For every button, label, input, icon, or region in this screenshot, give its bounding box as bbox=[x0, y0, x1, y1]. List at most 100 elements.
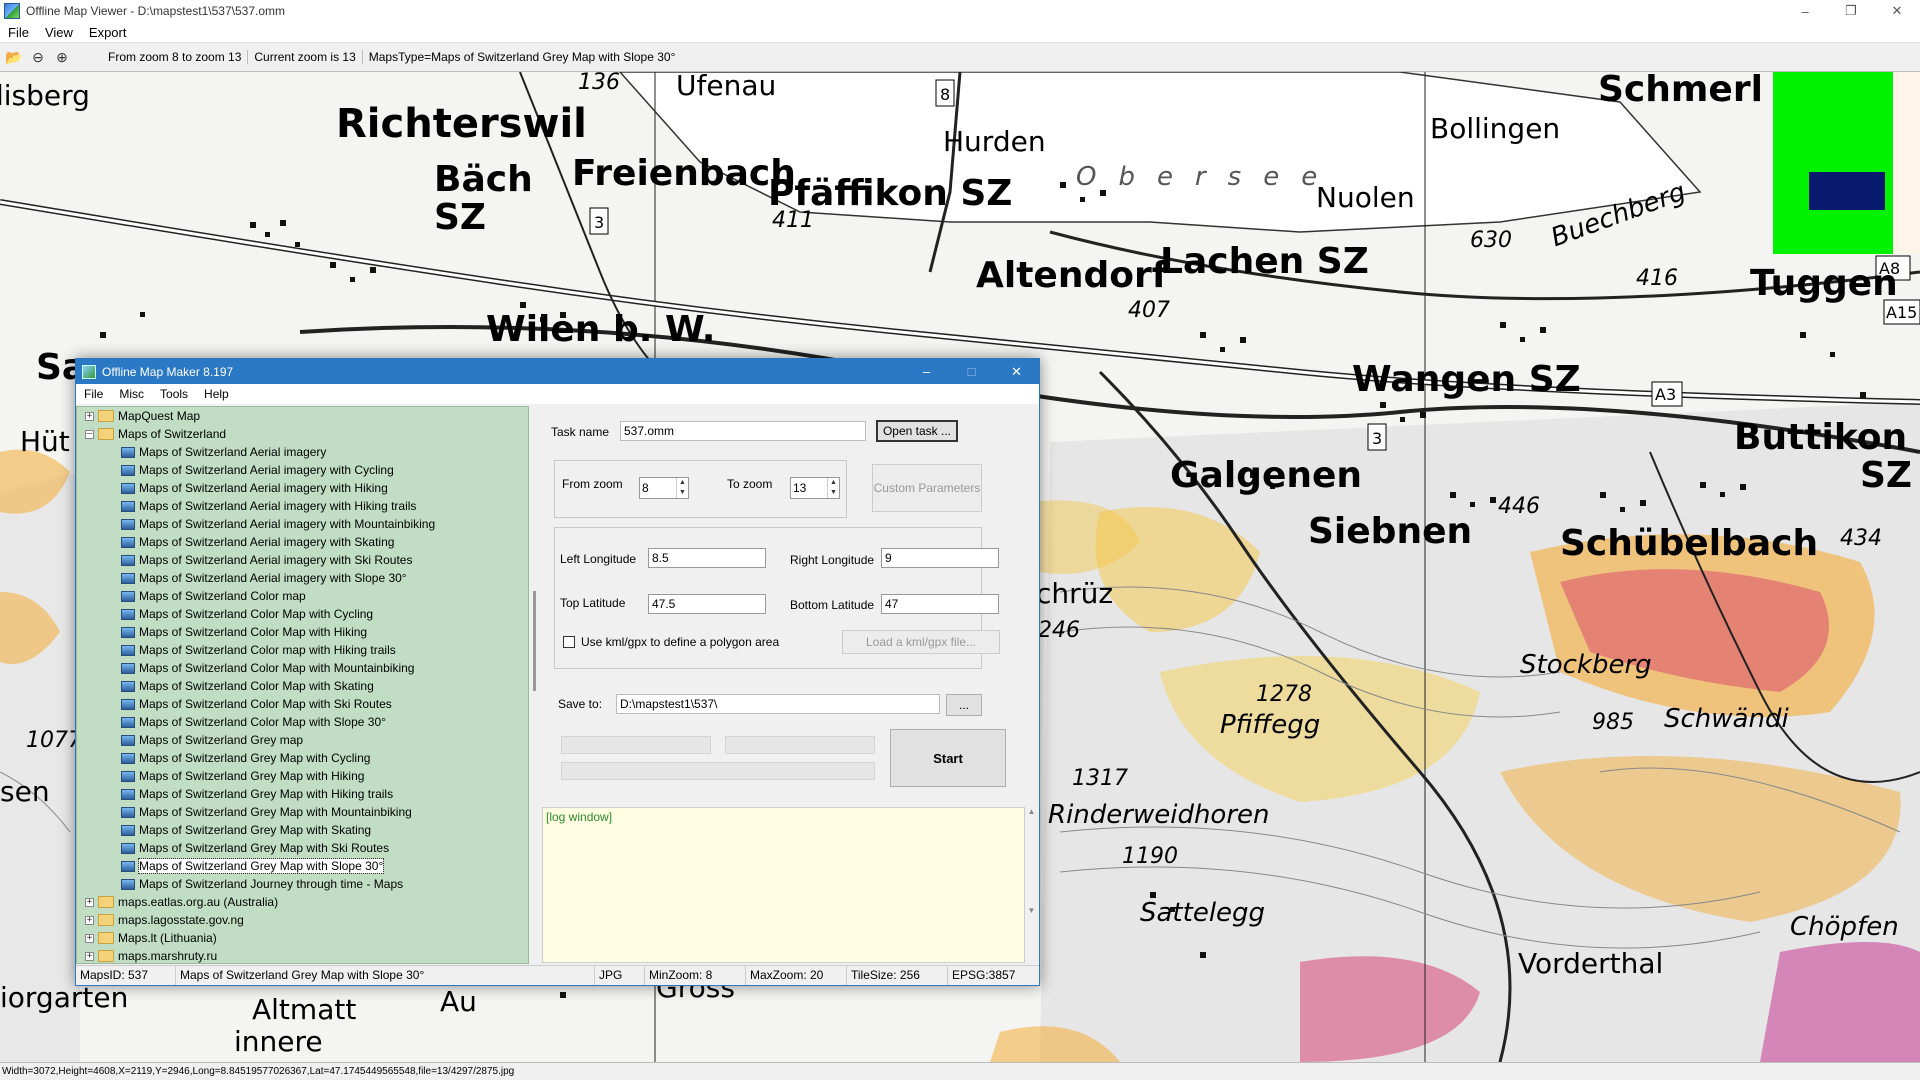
tree-item[interactable]: Maps of Switzerland Grey Map with Ski Ro… bbox=[77, 839, 528, 857]
expand-icon[interactable]: + bbox=[85, 933, 94, 943]
spinner-down-icon[interactable]: ▼ bbox=[827, 488, 839, 498]
left-longitude-input[interactable]: 8.5 bbox=[648, 548, 766, 568]
tree-item-label: Maps of Switzerland Aerial imagery with … bbox=[139, 499, 417, 513]
map-layer-icon bbox=[121, 734, 135, 746]
tree-item[interactable]: Maps of Switzerland Grey Map with Mounta… bbox=[77, 803, 528, 821]
right-longitude-input[interactable]: 9 bbox=[881, 548, 999, 568]
map-label: Bäch bbox=[434, 159, 533, 200]
tree-item[interactable]: Maps of Switzerland Color Map with Hikin… bbox=[77, 623, 528, 641]
dialog-close-button[interactable]: ✕ bbox=[994, 359, 1039, 384]
map-layer-icon bbox=[121, 482, 135, 494]
tree-item[interactable]: Maps of Switzerland Aerial imagery with … bbox=[77, 479, 528, 497]
tree-node[interactable]: + MapQuest Map bbox=[77, 407, 528, 425]
tree-item[interactable]: Maps of Switzerland Grey Map with Skatin… bbox=[77, 821, 528, 839]
open-task-button[interactable]: Open task ... bbox=[876, 420, 958, 442]
tree-item[interactable]: Maps of Switzerland Aerial imagery with … bbox=[77, 551, 528, 569]
window-title-bar: Offline Map Viewer - D:\mapstest1\537\53… bbox=[0, 0, 1920, 22]
spinner-up-icon[interactable]: ▲ bbox=[676, 478, 688, 488]
maximize-button[interactable]: ❐ bbox=[1828, 0, 1874, 22]
custom-parameters-button[interactable]: Custom Parameters bbox=[872, 464, 982, 512]
minimize-button[interactable]: – bbox=[1782, 0, 1828, 22]
tree-item[interactable]: Maps of Switzerland Aerial imagery with … bbox=[77, 515, 528, 533]
log-window[interactable]: [log window] bbox=[542, 807, 1025, 963]
start-button[interactable]: Start bbox=[890, 729, 1006, 787]
expand-icon[interactable]: + bbox=[85, 897, 94, 907]
progress-bar-1 bbox=[561, 736, 711, 754]
tree-node[interactable]: + maps.eatlas.org.au (Australia) bbox=[77, 893, 528, 911]
load-kml-button[interactable]: Load a kml/gpx file... bbox=[842, 630, 1000, 654]
dialog-menu-help[interactable]: Help bbox=[196, 387, 237, 401]
tree-item[interactable]: Maps of Switzerland Journey through time… bbox=[77, 875, 528, 893]
use-kml-checkbox[interactable] bbox=[563, 636, 575, 648]
tree-item[interactable]: Maps of Switzerland Color map bbox=[77, 587, 528, 605]
maps-tree[interactable]: + MapQuest Map – Maps of Switzerland Maps of… bbox=[76, 406, 529, 964]
tree-node[interactable]: – Maps of Switzerland bbox=[77, 425, 528, 443]
map-label: 446 bbox=[1498, 494, 1540, 519]
menu-file[interactable]: File bbox=[0, 25, 37, 40]
dialog-maximize-button[interactable]: □ bbox=[949, 359, 994, 384]
log-scrollbar[interactable]: ▲ ▼ bbox=[1025, 807, 1038, 963]
dialog-minimize-button[interactable]: – bbox=[904, 359, 949, 384]
progress-bar-total bbox=[561, 762, 875, 780]
expand-icon[interactable]: + bbox=[85, 951, 94, 961]
menu-export[interactable]: Export bbox=[81, 25, 135, 40]
overview-viewport-rect[interactable] bbox=[1809, 172, 1885, 210]
tree-item[interactable]: Maps of Switzerland Aerial imagery bbox=[77, 443, 528, 461]
task-name-label: Task name bbox=[551, 425, 610, 439]
dialog-menu-misc[interactable]: Misc bbox=[111, 387, 152, 401]
spinner-up-icon[interactable]: ▲ bbox=[827, 478, 839, 488]
tree-item[interactable]: Maps of Switzerland Grey Map with Hiking bbox=[77, 767, 528, 785]
tree-node[interactable]: + maps.lagosstate.gov.ng bbox=[77, 911, 528, 929]
app-icon bbox=[4, 3, 20, 19]
tree-node[interactable]: + Maps.lt (Lithuania) bbox=[77, 929, 528, 947]
tree-item[interactable]: Maps of Switzerland Grey map bbox=[77, 731, 528, 749]
top-latitude-input[interactable]: 47.5 bbox=[648, 594, 766, 614]
tree-item[interactable]: Maps of Switzerland Color Map with Ski R… bbox=[77, 695, 528, 713]
zoom-in-icon[interactable]: ⊕ bbox=[52, 47, 72, 67]
map-label: Au bbox=[440, 985, 477, 1018]
tree-item[interactable]: Maps of Switzerland Color Map with Mount… bbox=[77, 659, 528, 677]
map-label: Schübelbach bbox=[1560, 523, 1819, 564]
status-format: JPG bbox=[595, 966, 645, 985]
tree-item[interactable]: Maps of Switzerland Grey Map with Slope … bbox=[77, 857, 528, 875]
dialog-title-bar: Offline Map Maker 8.197 – □ ✕ bbox=[76, 359, 1039, 384]
map-label: 1317 bbox=[1072, 766, 1128, 791]
tree-node[interactable]: + maps.marshruty.ru bbox=[77, 947, 528, 963]
collapse-icon[interactable]: – bbox=[85, 429, 94, 439]
close-button[interactable]: ✕ bbox=[1874, 0, 1920, 22]
dialog-status-bar: MapsID: 537 Maps of Switzerland Grey Map… bbox=[76, 965, 1039, 985]
menu-bar: File View Export bbox=[0, 22, 1920, 42]
folder-icon bbox=[98, 932, 114, 944]
menu-view[interactable]: View bbox=[37, 25, 81, 40]
zoom-out-icon[interactable]: ⊖ bbox=[28, 47, 48, 67]
to-zoom-spinner[interactable]: 13 ▲ ▼ bbox=[790, 477, 840, 499]
map-label: Wilen b. W. bbox=[486, 309, 716, 350]
tree-item[interactable]: Maps of Switzerland Aerial imagery with … bbox=[77, 497, 528, 515]
tree-item[interactable]: Maps of Switzerland Grey Map with Cyclin… bbox=[77, 749, 528, 767]
dialog-menu-file[interactable]: File bbox=[76, 387, 111, 401]
window-title: Offline Map Viewer - D:\mapstest1\537\53… bbox=[26, 4, 286, 18]
tree-item[interactable]: Maps of Switzerland Grey Map with Hiking… bbox=[77, 785, 528, 803]
overview-map[interactable] bbox=[1773, 72, 1920, 254]
open-folder-icon[interactable]: 📂 bbox=[4, 47, 24, 67]
expand-icon[interactable]: + bbox=[85, 411, 94, 421]
tree-item[interactable]: Maps of Switzerland Color map with Hikin… bbox=[77, 641, 528, 659]
tree-item[interactable]: Maps of Switzerland Color Map with Slope… bbox=[77, 713, 528, 731]
expand-icon[interactable]: + bbox=[85, 915, 94, 925]
tree-item-label: Maps of Switzerland Color Map with Ski R… bbox=[139, 697, 392, 711]
map-label: Obersee bbox=[1076, 162, 1340, 192]
task-name-input[interactable]: 537.omm bbox=[620, 421, 866, 441]
tree-item[interactable]: Maps of Switzerland Aerial imagery with … bbox=[77, 569, 528, 587]
tree-scrollbar-thumb[interactable] bbox=[533, 591, 536, 691]
save-to-label: Save to: bbox=[558, 697, 603, 711]
browse-button[interactable]: ... bbox=[946, 694, 982, 716]
tree-item[interactable]: Maps of Switzerland Aerial imagery with … bbox=[77, 533, 528, 551]
from-zoom-spinner[interactable]: 8 ▲ ▼ bbox=[639, 477, 689, 499]
tree-item[interactable]: Maps of Switzerland Color Map with Skati… bbox=[77, 677, 528, 695]
spinner-down-icon[interactable]: ▼ bbox=[676, 488, 688, 498]
tree-item[interactable]: Maps of Switzerland Color Map with Cycli… bbox=[77, 605, 528, 623]
save-to-input[interactable]: D:\mapstest1\537\ bbox=[616, 694, 940, 714]
bottom-latitude-input[interactable]: 47 bbox=[881, 594, 999, 614]
tree-item[interactable]: Maps of Switzerland Aerial imagery with … bbox=[77, 461, 528, 479]
dialog-menu-tools[interactable]: Tools bbox=[152, 387, 196, 401]
